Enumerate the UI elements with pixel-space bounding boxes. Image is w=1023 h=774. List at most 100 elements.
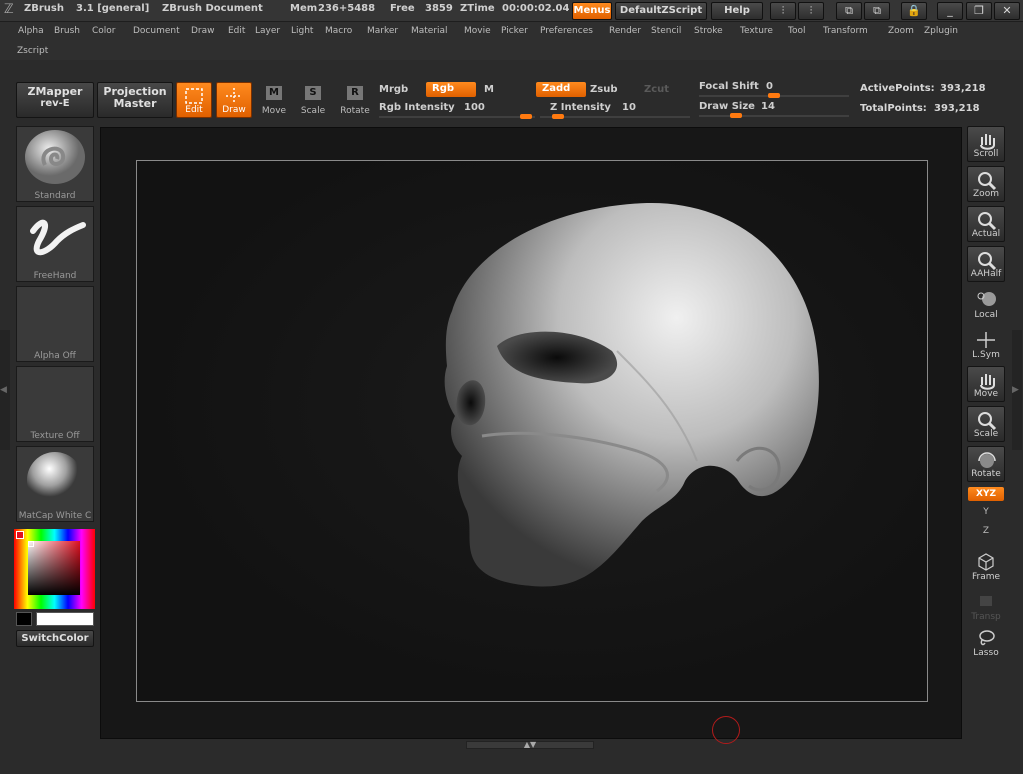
free-label: Free [390, 3, 415, 14]
z-axis-button[interactable]: Z [968, 526, 1004, 540]
scale-button[interactable]: S Scale [295, 82, 331, 118]
close-icon[interactable]: ✕ [994, 2, 1020, 20]
zmapper-button[interactable]: ZMapper rev-E [16, 82, 94, 118]
local-label: Local [974, 310, 998, 320]
menu-stroke[interactable]: Stroke [694, 26, 723, 36]
primary-color-swatch[interactable] [16, 612, 32, 626]
m-button[interactable]: M [484, 84, 494, 95]
menu-bar: Alpha Brush Color Document Draw Edit Layer Ligh… [0, 22, 1023, 60]
menu-color[interactable]: Color [92, 26, 116, 36]
document-area[interactable] [136, 160, 928, 702]
zoom-button[interactable]: Zoom [967, 166, 1005, 202]
menu-tool[interactable]: Tool [788, 26, 805, 36]
local-sphere-icon [977, 292, 996, 306]
menu-draw[interactable]: Draw [191, 26, 215, 36]
menu-picker[interactable]: Picker [501, 26, 528, 36]
zsub-button[interactable]: Zsub [590, 84, 617, 95]
zadd-button[interactable]: Zadd [536, 82, 586, 97]
menu-light[interactable]: Light [291, 26, 313, 36]
layout-b-icon[interactable]: ⧉ [864, 2, 890, 20]
canvas[interactable] [100, 127, 962, 744]
projection-master-button[interactable]: Projection Master [97, 82, 173, 118]
rgb-intensity-slider[interactable] [379, 116, 535, 118]
frame-button[interactable]: Frame [967, 548, 1005, 584]
help-button[interactable]: Help [711, 2, 763, 20]
zbrush-logo-icon: ℤ [4, 2, 14, 17]
alpha-slot[interactable]: Alpha Off [16, 286, 94, 362]
menu-document[interactable]: Document [133, 26, 180, 36]
left-tray-handle[interactable]: ◀ [0, 330, 10, 450]
menu-render[interactable]: Render [609, 26, 641, 36]
menu-layer[interactable]: Layer [255, 26, 280, 36]
color-picker[interactable] [14, 529, 95, 609]
menu-macro[interactable]: Macro [325, 26, 352, 36]
z-intensity-knob[interactable] [552, 114, 564, 119]
actual-button[interactable]: Actual [967, 206, 1005, 242]
draw-size-slider[interactable] [699, 115, 849, 117]
move-button[interactable]: M Move [256, 82, 292, 118]
color-saturation-square[interactable] [28, 541, 80, 595]
stroke-slot[interactable]: FreeHand [16, 206, 94, 282]
restore-icon[interactable]: ❐ [966, 2, 992, 20]
hand-scroll-icon [980, 134, 995, 150]
draw-size-knob[interactable] [730, 113, 742, 118]
lock-icon[interactable]: 🔒 [901, 2, 927, 20]
layout-a-icon[interactable]: ⧉ [836, 2, 862, 20]
lasso-button[interactable]: Lasso [967, 624, 1005, 660]
move-view-button[interactable]: Move [967, 366, 1005, 402]
rgb-intensity-knob[interactable] [520, 114, 532, 119]
material-slot[interactable]: MatCap White C [16, 446, 94, 522]
lasso-icon [979, 630, 995, 646]
lsym-button[interactable]: L.Sym [967, 326, 1005, 362]
menu-marker[interactable]: Marker [367, 26, 398, 36]
aahalf-button[interactable]: AAHalf [967, 246, 1005, 282]
menu-preferences[interactable]: Preferences [540, 26, 593, 36]
draw-button[interactable]: Draw [216, 82, 252, 118]
brush-slot[interactable]: Standard [16, 126, 94, 202]
menu-brush[interactable]: Brush [54, 26, 80, 36]
switch-color-button[interactable]: SwitchColor [16, 630, 94, 647]
edit-icon [185, 88, 203, 104]
transp-button[interactable]: Transp [967, 588, 1005, 624]
menu-movie[interactable]: Movie [464, 26, 491, 36]
material-label: MatCap White C [18, 511, 92, 521]
menu-zoom[interactable]: Zoom [888, 26, 914, 36]
menu-stencil[interactable]: Stencil [651, 26, 681, 36]
app-version: 3.1 [general] [76, 3, 150, 14]
lsym-label: L.Sym [972, 350, 1000, 360]
move-label: Move [261, 106, 287, 116]
rotate-button[interactable]: R Rotate [337, 82, 373, 118]
menu-texture[interactable]: Texture [740, 26, 773, 36]
menu-alpha[interactable]: Alpha [18, 26, 44, 36]
menu-transform[interactable]: Transform [823, 26, 868, 36]
menu-zscript[interactable]: Zscript [17, 46, 48, 56]
focal-shift-knob[interactable] [768, 93, 780, 98]
edit-label: Edit [185, 105, 203, 115]
skull-model[interactable] [137, 161, 929, 703]
menu-material[interactable]: Material [411, 26, 448, 36]
actual-label: Actual [971, 229, 1001, 239]
scroll-left-icon[interactable]: ⫶ [770, 2, 796, 20]
z-intensity-value: 10 [622, 102, 636, 113]
y-axis-button[interactable]: Y [968, 507, 1004, 521]
menu-zplugin[interactable]: Zplugin [924, 26, 958, 36]
right-tray-handle[interactable]: ▶ [1012, 330, 1022, 450]
rotate-view-button[interactable]: Rotate [967, 446, 1005, 482]
mrgb-button[interactable]: Mrgb [379, 84, 408, 95]
scroll-button[interactable]: Scroll [967, 126, 1005, 162]
default-zscript-button[interactable]: DefaultZScript [615, 2, 707, 20]
texture-slot[interactable]: Texture Off [16, 366, 94, 442]
magnifier-actual-icon [978, 212, 997, 231]
xyz-button[interactable]: XYZ [968, 487, 1004, 501]
secondary-color-swatch[interactable] [36, 612, 94, 626]
scroll-right-icon[interactable]: ⫶ [798, 2, 824, 20]
zcut-button[interactable]: Zcut [644, 84, 669, 95]
canvas-bottom-handle[interactable]: ▲▼ [466, 741, 594, 749]
scale-view-button[interactable]: Scale [967, 406, 1005, 442]
menus-button[interactable]: Menus [572, 2, 612, 20]
local-button[interactable]: Local [967, 286, 1005, 322]
rgb-button[interactable]: Rgb [426, 82, 476, 97]
menu-edit[interactable]: Edit [228, 26, 245, 36]
minimize-icon[interactable]: _ [937, 2, 963, 20]
edit-button[interactable]: Edit [176, 82, 212, 118]
